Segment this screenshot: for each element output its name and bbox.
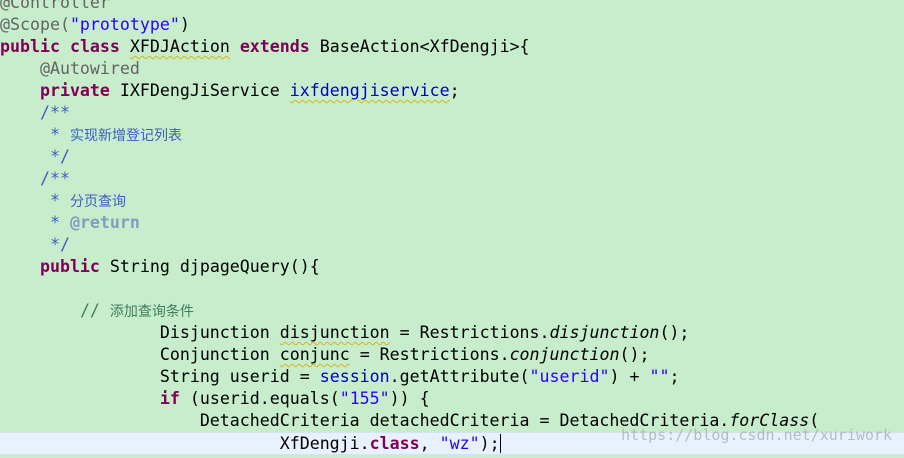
equals-call: (userid.equals( [189,389,340,408]
keyword-public: public [39,257,100,276]
code-line-6[interactable]: /** [0,102,904,124]
javadoc-open: /** [39,169,70,188]
javadoc-star: * [39,191,70,210]
code-line-18[interactable]: String userid = session.getAttribute("us… [0,366,904,388]
code-line-1[interactable]: @Controller [0,0,904,14]
empty-string: "" [649,367,670,386]
javadoc-return-tag: @return [69,213,140,232]
code-line-10[interactable]: * 分页查询 [0,190,904,212]
service-field: ixfdengjiservice [289,81,450,100]
annotation-controller: @Controller [0,0,110,12]
semicolon: ; [669,367,680,386]
semicolon: ; [449,81,460,100]
if-close: )) { [389,389,430,408]
entity-class-ref: XfDengji. [279,434,370,453]
javadoc-text-list: 实现新增登记列表 [69,128,182,144]
watermark: https://blog.csdn.net/xuriwork [621,426,892,444]
method-signature: String djpageQuery(){ [109,257,320,276]
disjunction-method: disjunction [549,323,660,342]
javadoc-star: * [39,125,70,144]
userid-string: "userid" [529,367,610,386]
code-line-5[interactable]: private IXFDengJiService ixfdengjiservic… [0,80,904,102]
keyword-class: class [69,37,120,56]
comment-text: 添加查询条件 [109,304,194,320]
call-close: ); [479,434,500,453]
conjunction-type: Conjunction [159,345,270,364]
keyword-class: class [369,434,420,453]
code-line-16[interactable]: Disjunction disjunction = Restrictions.d… [0,322,904,344]
code-line-12[interactable]: */ [0,234,904,256]
conjunction-var: conjunc [279,345,350,364]
userid-value-string: "155" [339,389,390,408]
alias-string: "wz" [439,434,480,453]
code-line-4[interactable]: @Autowired [0,58,904,80]
disjunction-type: Disjunction [159,323,270,342]
concat-plus: ) + [609,367,640,386]
superclass-name: BaseAction<XfDengji>{ [319,37,530,56]
code-line-3[interactable]: public class XFDJAction extends BaseActi… [0,36,904,58]
keyword-if: if [159,389,180,408]
service-type: IXFDengJiService [119,81,280,100]
conjunction-method: conjunction [509,345,620,364]
comment-slashes: // [79,301,100,320]
userid-declaration: String userid = [159,367,310,386]
restrictions-call: = Restrictions. [399,323,550,342]
javadoc-close: */ [39,147,70,166]
keyword-public: public [0,37,60,56]
annotation-autowired: @Autowired [39,59,140,78]
disjunction-var: disjunction [279,323,390,342]
code-line-11[interactable]: * @return [0,212,904,234]
session-field: session [319,367,390,386]
code-line-2[interactable]: @Scope("prototype") [0,14,904,36]
code-line-13[interactable]: public String djpageQuery(){ [0,256,904,278]
javadoc-open: /** [39,103,70,122]
restrictions-call: = Restrictions. [359,345,510,364]
code-line-8[interactable]: */ [0,146,904,168]
call-end: (); [619,345,650,364]
javadoc-text-paging: 分页查询 [69,194,126,210]
call-end: (); [659,323,690,342]
text-cursor [499,434,501,453]
javadoc-star: * [39,213,70,232]
code-line-19[interactable]: if (userid.equals("155")) { [0,388,904,410]
get-attribute-call: .getAttribute( [389,367,530,386]
code-line-9[interactable]: /** [0,168,904,190]
scope-value-string: "prototype" [69,15,180,34]
scope-close-paren: ) [179,15,190,34]
code-line-17[interactable]: Conjunction conjunc = Restrictions.conju… [0,344,904,366]
javadoc-close: */ [39,235,70,254]
code-line-15[interactable]: // 添加查询条件 [0,300,904,322]
annotation-scope: @Scope( [0,15,70,34]
keyword-extends: extends [239,37,310,56]
code-line-7[interactable]: * 实现新增登记列表 [0,124,904,146]
code-editor[interactable]: @Controller @Scope("prototype") public c… [0,0,904,458]
class-name: XFDJAction [129,37,230,56]
comma: , [419,434,430,453]
keyword-private: private [39,81,110,100]
code-line-14[interactable] [0,278,904,300]
